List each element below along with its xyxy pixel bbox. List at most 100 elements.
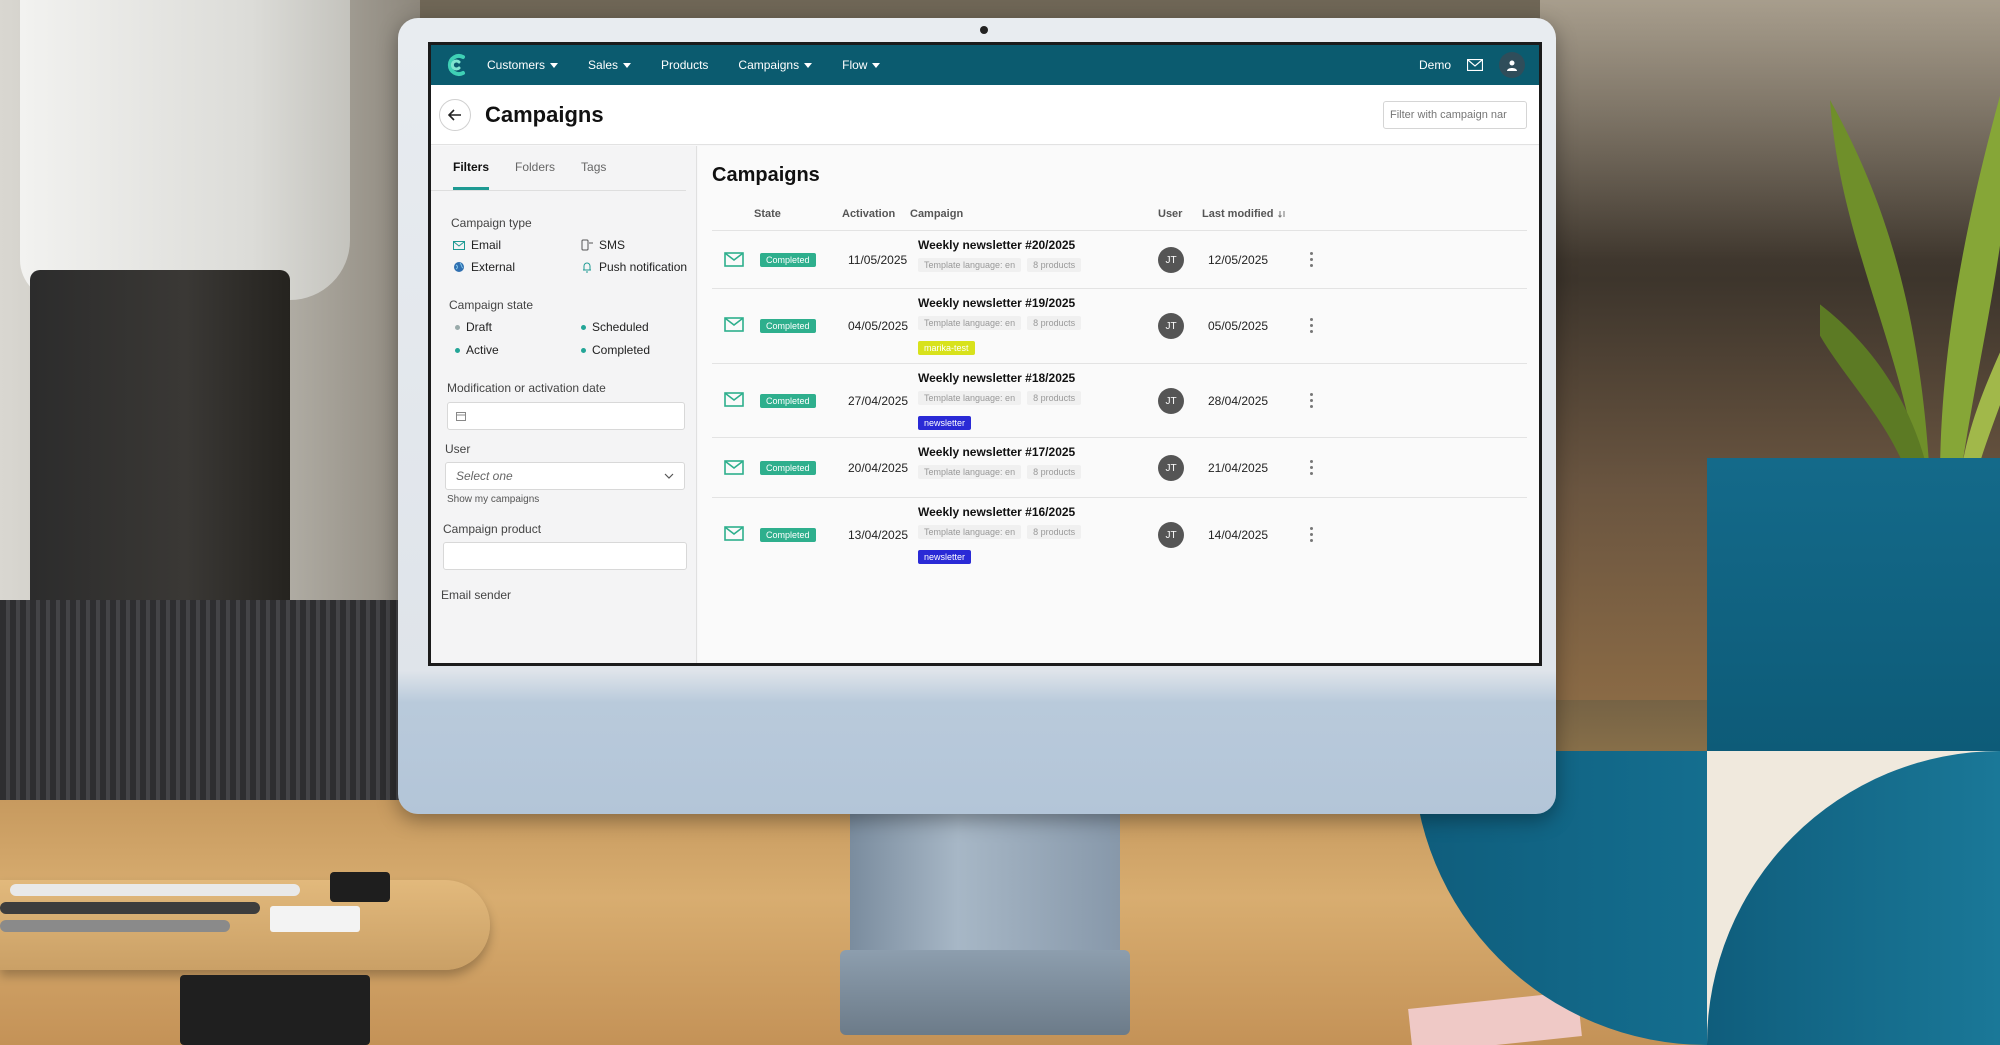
- tab-tags[interactable]: Tags: [581, 160, 606, 190]
- more-options-icon[interactable]: [1310, 527, 1314, 542]
- mail-icon: [724, 392, 744, 407]
- top-navigation: Customers Sales Products Campaigns Flow …: [431, 45, 1539, 85]
- campaign-row[interactable]: Completed 20/04/2025 Weekly newsletter #…: [712, 437, 1527, 497]
- nav-flow[interactable]: Flow: [842, 58, 881, 72]
- date-filter-label: Modification or activation date: [447, 381, 606, 395]
- account-name[interactable]: Demo: [1419, 58, 1451, 72]
- campaign-name[interactable]: Weekly newsletter #17/2025: [918, 445, 1087, 459]
- tab-filters[interactable]: Filters: [453, 160, 490, 190]
- campaign-product-input[interactable]: [443, 542, 687, 570]
- user-select-value: Select one: [456, 469, 513, 483]
- campaign-meta: Template language: en 8 products: [918, 390, 1087, 405]
- account-area: Demo: [1419, 52, 1539, 78]
- campaign-name[interactable]: Weekly newsletter #18/2025: [918, 371, 1087, 385]
- campaign-info[interactable]: Weekly newsletter #20/2025 Template lang…: [918, 238, 1087, 272]
- filter-type-sms[interactable]: SMS: [581, 238, 625, 252]
- more-options-icon[interactable]: [1310, 460, 1314, 475]
- plant: [1820, 95, 2000, 480]
- mail-icon: [724, 252, 744, 267]
- column-header-state[interactable]: State: [754, 208, 781, 220]
- nav-campaigns[interactable]: Campaigns: [738, 58, 813, 72]
- decorative-teal-square: [1707, 458, 2000, 751]
- date-filter-input[interactable]: [447, 402, 685, 430]
- more-options-icon[interactable]: [1310, 393, 1314, 408]
- column-header-last-modified-label: Last modified: [1202, 208, 1274, 220]
- column-header-user[interactable]: User: [1158, 208, 1182, 220]
- filter-type-email-label: Email: [471, 238, 502, 252]
- status-badge: Completed: [760, 253, 816, 267]
- back-button[interactable]: [439, 98, 471, 131]
- status-badge: Completed: [760, 394, 816, 408]
- campaign-row[interactable]: Completed 13/04/2025 Weekly newsletter #…: [712, 497, 1527, 577]
- filter-state-draft-label: Draft: [466, 320, 493, 334]
- column-header-campaign[interactable]: Campaign: [910, 208, 963, 220]
- filter-type-push[interactable]: Push notification: [581, 260, 687, 274]
- status-dot-icon: [455, 347, 460, 353]
- campaign-info[interactable]: Weekly newsletter #19/2025 Template lang…: [918, 296, 1087, 330]
- template-language-chip: Template language: en: [918, 316, 1022, 330]
- user-select[interactable]: Select one: [445, 462, 685, 490]
- campaigns-list: Campaigns State Activation Campaign User…: [698, 146, 1539, 663]
- tab-folders[interactable]: Folders: [515, 160, 555, 190]
- campaign-meta: Template language: en 8 products: [918, 257, 1087, 272]
- campaign-name[interactable]: Weekly newsletter #19/2025: [918, 296, 1087, 310]
- app-logo[interactable]: [443, 52, 469, 78]
- campaign-type-label: Campaign type: [451, 216, 532, 230]
- status-badge: Completed: [760, 528, 816, 542]
- mail-icon[interactable]: [1467, 59, 1483, 71]
- show-my-campaigns-link[interactable]: Show my campaigns: [447, 494, 539, 505]
- caret-down-icon: [872, 62, 881, 68]
- nav-campaigns-label: Campaigns: [738, 58, 800, 72]
- last-modified-date: 28/04/2025: [1208, 394, 1269, 408]
- column-header-last-modified[interactable]: Last modified: [1202, 208, 1286, 220]
- ribbed-cabinet: [0, 600, 420, 830]
- campaign-row[interactable]: Completed 04/05/2025 Weekly newsletter #…: [712, 288, 1527, 363]
- campaign-info[interactable]: Weekly newsletter #16/2025 Template lang…: [918, 505, 1087, 539]
- filter-state-completed[interactable]: Completed: [581, 343, 650, 357]
- avatar: JT: [1158, 313, 1184, 339]
- more-options-icon[interactable]: [1310, 318, 1314, 333]
- avatar: JT: [1158, 522, 1184, 548]
- more-options-icon[interactable]: [1310, 252, 1314, 267]
- nav-customers-label: Customers: [487, 58, 546, 72]
- filter-type-external[interactable]: External: [453, 260, 515, 274]
- nav-sales[interactable]: Sales: [588, 58, 632, 72]
- nav-customers[interactable]: Customers: [487, 58, 559, 72]
- products-chip: 8 products: [1027, 525, 1082, 539]
- nav-products[interactable]: Products: [661, 58, 708, 72]
- filter-type-external-label: External: [471, 260, 516, 274]
- filter-state-active[interactable]: Active: [455, 343, 499, 357]
- page-title: Campaigns: [485, 101, 604, 127]
- eraser: [270, 906, 360, 932]
- campaign-name[interactable]: Weekly newsletter #16/2025: [918, 505, 1087, 519]
- user-icon[interactable]: [1499, 52, 1525, 78]
- campaign-tag[interactable]: newsletter: [918, 416, 972, 430]
- person-figure: [20, 0, 350, 300]
- status-dot-icon: [581, 347, 586, 353]
- filter-type-email[interactable]: Email: [453, 238, 501, 252]
- campaign-row[interactable]: Completed 27/04/2025 Weekly newsletter #…: [712, 363, 1527, 437]
- status-dot-icon: [455, 324, 460, 330]
- user-icon: [1507, 60, 1517, 71]
- filter-state-draft[interactable]: Draft: [455, 320, 492, 334]
- globe-icon: [454, 262, 464, 272]
- activation-date: 20/04/2025: [848, 461, 909, 475]
- avatar: JT: [1158, 388, 1184, 414]
- pen: [10, 884, 300, 896]
- activation-date: 11/05/2025: [848, 253, 908, 267]
- filter-state-scheduled[interactable]: Scheduled: [581, 320, 649, 334]
- campaign-tag[interactable]: newsletter: [918, 550, 972, 564]
- nav-sales-label: Sales: [588, 58, 619, 72]
- caret-down-icon: [623, 62, 632, 68]
- campaign-filter-input[interactable]: [1383, 101, 1527, 129]
- campaign-name[interactable]: Weekly newsletter #20/2025: [918, 238, 1087, 252]
- campaign-info[interactable]: Weekly newsletter #17/2025 Template lang…: [918, 445, 1087, 479]
- products-chip: 8 products: [1027, 258, 1082, 272]
- caret-down-icon: [804, 62, 813, 68]
- campaign-tag[interactable]: marika-test: [918, 341, 975, 355]
- campaign-info[interactable]: Weekly newsletter #18/2025 Template lang…: [918, 371, 1087, 405]
- campaign-row[interactable]: Completed 11/05/2025 Weekly newsletter #…: [712, 230, 1527, 288]
- products-chip: 8 products: [1027, 391, 1082, 405]
- column-header-activation[interactable]: Activation: [842, 208, 895, 220]
- last-modified-date: 12/05/2025: [1208, 253, 1269, 267]
